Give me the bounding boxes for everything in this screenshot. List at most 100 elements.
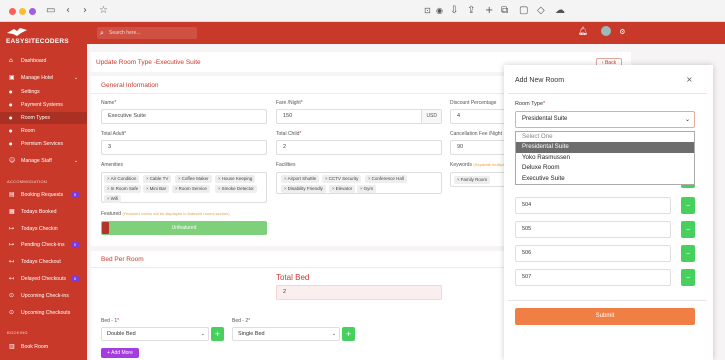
total-adult-input[interactable]: 3: [101, 140, 267, 155]
fare-input[interactable]: 150 USD: [276, 109, 442, 124]
remove-room-button[interactable]: −: [681, 245, 695, 262]
add-bed-2-button[interactable]: +: [342, 327, 355, 341]
bookmark-star-icon[interactable]: ☆: [99, 5, 108, 17]
tabs-overview-icon[interactable]: ⧉: [501, 5, 508, 17]
sidebar-item-book-room[interactable]: ▥ Book Room: [0, 341, 87, 353]
amenities-select[interactable]: ×Air Condition ×Cable TV ×Coffee Maker ×…: [101, 172, 267, 203]
remove-tag-icon[interactable]: ×: [175, 186, 178, 191]
bed-2-select[interactable]: Single Bed ⌄: [232, 327, 340, 341]
sidebar-item-upcoming-checkins[interactable]: ⊙ Upcoming Check-ins: [0, 290, 87, 302]
remove-tag-icon[interactable]: ×: [107, 176, 110, 181]
close-icon[interactable]: ×: [686, 75, 693, 84]
download-icon[interactable]: ⇩: [450, 5, 458, 17]
total-bed-input[interactable]: 2: [276, 285, 442, 300]
extension-icon[interactable]: ◇: [537, 5, 545, 17]
site-settings-icon[interactable]: ⊡: [424, 5, 431, 17]
remove-tag-icon[interactable]: ×: [284, 176, 287, 181]
submit-button[interactable]: Submit: [515, 308, 695, 325]
sidebar-item-premium-services[interactable]: ● Premium Services: [0, 138, 87, 150]
add-more-button[interactable]: + Add More: [101, 348, 139, 358]
sidebar-item-todays-checkout[interactable]: ↤ Todays Checkout: [0, 256, 87, 268]
amenity-tag[interactable]: ×Mini Bar: [143, 185, 170, 193]
name-input[interactable]: Executive Suite: [101, 109, 267, 124]
remove-tag-icon[interactable]: ×: [178, 176, 181, 181]
avatar[interactable]: [600, 26, 611, 36]
amenity-tag[interactable]: ×Air Condition: [104, 175, 140, 183]
bed-1-select[interactable]: Double Bed ⌄: [101, 327, 209, 341]
brand-logo[interactable]: EASYSITECODERS: [6, 26, 90, 45]
address-bar[interactable]: [160, 4, 440, 18]
sidebar-item-upcoming-checkouts[interactable]: ⊙ Upcoming Checkouts: [0, 307, 87, 319]
remove-room-button[interactable]: −: [681, 197, 695, 214]
new-tab-icon[interactable]: +: [485, 5, 493, 17]
remove-tag-icon[interactable]: ×: [107, 196, 110, 201]
cancellation-fee-input[interactable]: 90: [450, 140, 510, 155]
remove-tag-icon[interactable]: ×: [146, 186, 149, 191]
cloud-icon[interactable]: ☁: [555, 5, 565, 17]
share-icon[interactable]: ⇪: [467, 5, 475, 17]
dropdown-option[interactable]: Select One: [516, 132, 694, 142]
sidebar-item-delayed-checkouts[interactable]: ↤ Delayed Checkouts 0: [0, 273, 87, 285]
remove-tag-icon[interactable]: ×: [107, 186, 110, 191]
remove-tag-icon[interactable]: ×: [325, 176, 328, 181]
facilities-select[interactable]: ×Airport Shuttle ×CCTV Security ×Confere…: [276, 172, 442, 194]
sidebar-item-manage-hotel[interactable]: ▣ Manage Hotel ⌄: [0, 72, 87, 84]
room-type-select[interactable]: Presidental Suite ⌄: [515, 111, 695, 128]
remove-tag-icon[interactable]: ×: [218, 176, 221, 181]
room-number-input[interactable]: 507: [515, 269, 671, 286]
discount-input[interactable]: 4: [450, 109, 510, 124]
keyword-tag[interactable]: ×Family Room: [454, 176, 491, 184]
facility-tag[interactable]: ×Elevator: [329, 185, 356, 193]
room-number-input[interactable]: 504: [515, 197, 671, 214]
dropdown-option[interactable]: Executive Suite: [516, 174, 694, 184]
minimize-window-dot[interactable]: [19, 8, 26, 15]
total-child-input[interactable]: 2: [276, 140, 442, 155]
sidebar-item-pending-checkins[interactable]: ↦ Pending Check-ins 0: [0, 239, 87, 251]
amenity-tag[interactable]: ×Smoke Detector: [215, 185, 257, 193]
remove-room-button[interactable]: −: [681, 269, 695, 286]
facility-tag[interactable]: ×Gym: [357, 185, 377, 193]
remove-tag-icon[interactable]: ×: [457, 177, 460, 182]
remove-tag-icon[interactable]: ×: [146, 176, 149, 181]
search-input[interactable]: ⌕ Search here...: [97, 27, 197, 39]
sidebar-item-todays-booked[interactable]: ▦ Todays Booked: [0, 206, 87, 218]
amenity-tag[interactable]: ×Wifi: [104, 195, 122, 203]
amenity-tag[interactable]: ×Coffee Maker: [175, 175, 212, 183]
window-icon[interactable]: ▢: [519, 5, 528, 17]
keywords-input[interactable]: ×Family Room: [450, 172, 510, 187]
remove-tag-icon[interactable]: ×: [284, 186, 287, 191]
amenity-tag[interactable]: ×Cable TV: [143, 175, 172, 183]
notification-bell-icon[interactable]: 🔔︎: [578, 27, 588, 36]
sidebar-item-room[interactable]: ● Room: [0, 125, 87, 137]
sidebar-item-booking-requests[interactable]: ▤ Booking Requests 0: [0, 189, 87, 201]
sidebar-item-room-types[interactable]: ● Room Types: [0, 112, 87, 124]
remove-room-button[interactable]: −: [681, 221, 695, 238]
dropdown-option[interactable]: Deluxe Room: [516, 163, 694, 173]
remove-tag-icon[interactable]: ×: [360, 186, 363, 191]
remove-tag-icon[interactable]: ×: [218, 186, 221, 191]
forward-arrow-icon[interactable]: ›: [83, 5, 87, 17]
dropdown-option[interactable]: Yoko Rasmussen: [516, 153, 694, 163]
maximize-window-dot[interactable]: [29, 8, 36, 15]
sidebar-item-settings[interactable]: ● Settings: [0, 86, 87, 98]
featured-toggle[interactable]: Unfeatured: [101, 221, 267, 235]
facility-tag[interactable]: ×Airport Shuttle: [281, 175, 320, 183]
facility-tag[interactable]: ×Conference Hall: [365, 175, 407, 183]
sidebar-toggle-icon[interactable]: ▭: [46, 5, 55, 17]
sidebar-item-todays-checkin[interactable]: ↦ Todays Checkin: [0, 223, 87, 235]
remove-tag-icon[interactable]: ×: [332, 186, 335, 191]
add-bed-1-button[interactable]: +: [211, 327, 224, 341]
remove-tag-icon[interactable]: ×: [368, 176, 371, 181]
close-window-dot[interactable]: [9, 8, 16, 15]
sidebar-item-manage-staff[interactable]: ☺ Manage Staff ⌄: [0, 155, 87, 167]
room-number-input[interactable]: 505: [515, 221, 671, 238]
dropdown-option[interactable]: Presidental Suite: [516, 142, 694, 153]
amenity-tag[interactable]: ×Room Service: [172, 185, 210, 193]
sidebar-item-payment-systems[interactable]: ● Payment Systems: [0, 99, 87, 111]
room-type-dropdown[interactable]: Select One Presidental Suite Yoko Rasmus…: [515, 131, 695, 185]
amenity-tag[interactable]: ×In Room Safe: [104, 185, 142, 193]
sidebar-item-dashboard[interactable]: ⌂ Dashboard: [0, 55, 87, 67]
shield-icon[interactable]: ◉: [436, 5, 443, 17]
amenity-tag[interactable]: ×House Keeping: [215, 175, 256, 183]
room-number-input[interactable]: 506: [515, 245, 671, 262]
